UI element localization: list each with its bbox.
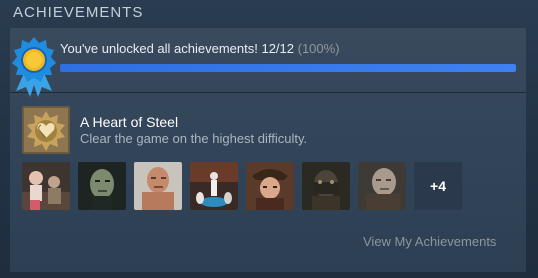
unlock-percent: (100%) (297, 41, 340, 56)
more-achievements-button[interactable]: +4 (414, 162, 462, 210)
achievement-icon-7[interactable] (358, 162, 406, 210)
achievement-icon-1[interactable] (22, 162, 70, 210)
achievement-icon-4[interactable] (190, 162, 238, 210)
featured-achievement-description: Clear the game on the highest difficulty… (80, 131, 308, 146)
medal-icon (12, 37, 56, 97)
divider (10, 92, 526, 93)
featured-achievement-icon[interactable] (22, 106, 70, 154)
unlock-status: You've unlocked all achievements! 12/12 … (60, 41, 340, 56)
achievement-icon-6[interactable] (302, 162, 350, 210)
featured-achievement-title: A Heart of Steel (80, 114, 179, 130)
progress-fill (60, 64, 516, 72)
view-achievements-link[interactable]: View My Achievements (363, 234, 496, 249)
unlock-text: You've unlocked all achievements! 12/12 (60, 41, 294, 56)
achievement-icon-3[interactable] (134, 162, 182, 210)
achievements-section: ACHIEVEMENTS You've unlocked all achieve… (0, 0, 538, 278)
section-title: ACHIEVEMENTS (13, 4, 144, 21)
achievement-icon-2[interactable] (78, 162, 126, 210)
achievement-icon-5[interactable] (246, 162, 294, 210)
progress-bar (60, 64, 516, 72)
